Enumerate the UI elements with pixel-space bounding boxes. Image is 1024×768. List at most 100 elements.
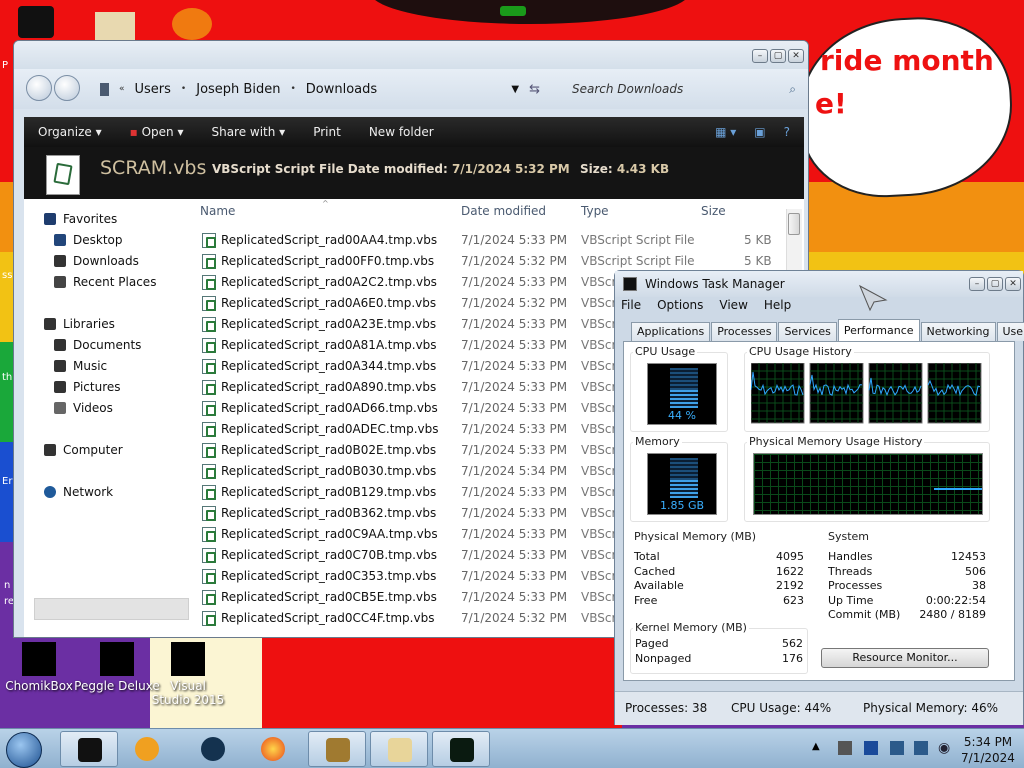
file-size: 5 KB: [744, 254, 772, 268]
column-size[interactable]: Size: [701, 204, 726, 218]
nav-recent-places[interactable]: Recent Places: [54, 275, 156, 289]
performance-panel: CPU Usage 44 % CPU Usage History Memory …: [623, 341, 1015, 681]
scrollbar-thumb[interactable]: [788, 213, 800, 235]
help-icon[interactable]: ?: [784, 125, 790, 139]
tab-processes[interactable]: Processes: [711, 322, 778, 341]
print-button[interactable]: Print: [299, 125, 355, 139]
tm-minimize-button[interactable]: –: [969, 277, 985, 291]
taskbar-button-firefox[interactable]: [244, 731, 302, 767]
menu-options[interactable]: Options: [657, 298, 703, 316]
file-name: ReplicatedScript_rad0B129.tmp.vbs: [221, 485, 437, 499]
tm-maximize-button[interactable]: ▢: [987, 277, 1003, 291]
tab-networking[interactable]: Networking: [920, 322, 996, 341]
file-name: ReplicatedScript_rad0A6E0.tmp.vbs: [221, 296, 437, 310]
nav-computer[interactable]: Computer: [44, 443, 123, 457]
taskbar-button-explorer[interactable]: [370, 731, 428, 767]
breadcrumb-user[interactable]: Joseph Biden: [196, 82, 280, 97]
file-row[interactable]: ReplicatedScript_rad00AA4.tmp.vbs 7/1/202…: [194, 230, 794, 251]
nav-libraries[interactable]: Libraries: [44, 317, 115, 331]
file-date: 7/1/2024 5:33 PM: [461, 506, 568, 520]
breadcrumb-downloads[interactable]: Downloads: [306, 82, 377, 97]
views-icon[interactable]: ▦ ▾: [715, 125, 736, 139]
file-date: 7/1/2024 5:34 PM: [461, 464, 568, 478]
nav-network[interactable]: Network: [44, 485, 113, 499]
desktop-icon-peggle-deluxe[interactable]: Peggle Deluxe: [72, 642, 162, 693]
start-button[interactable]: [6, 732, 42, 768]
file-type: VBScript Script File: [581, 233, 695, 247]
tab-users[interactable]: Users: [996, 322, 1024, 341]
back-button[interactable]: [26, 75, 52, 101]
nav-music[interactable]: Music: [54, 359, 107, 373]
vbscript-file-icon: [202, 443, 216, 458]
tab-services[interactable]: Services: [778, 322, 837, 341]
stat-value: 506: [965, 564, 986, 578]
file-name: ReplicatedScript_rad0C70B.tmp.vbs: [221, 548, 437, 562]
taskbar-button-terminal[interactable]: [60, 731, 118, 767]
desktop-icon-visual-studio[interactable]: Visual Studio 2015: [150, 642, 226, 707]
breadcrumb-users[interactable]: Users: [135, 82, 171, 97]
share-with-button[interactable]: Share with ▾: [197, 125, 299, 139]
organize-button[interactable]: Organize ▾: [24, 125, 116, 139]
file-date: 7/1/2024 5:33 PM: [461, 401, 568, 415]
desktop-icon-top-2[interactable]: [95, 12, 135, 40]
resource-monitor-button[interactable]: Resource Monitor...: [821, 648, 989, 668]
nav-downloads[interactable]: Downloads: [54, 254, 139, 268]
menu-help[interactable]: Help: [764, 298, 791, 316]
taskbar-button-chomikbox[interactable]: [308, 731, 366, 767]
desktop-icon-top-3[interactable]: [172, 8, 212, 40]
nav-videos[interactable]: Videos: [54, 401, 113, 415]
nav-favorites[interactable]: Favorites: [44, 212, 117, 226]
new-folder-button[interactable]: New folder: [355, 125, 448, 139]
menu-file[interactable]: File: [621, 298, 641, 316]
search-icon[interactable]: ⌕: [789, 82, 796, 97]
network-icon: [44, 486, 56, 498]
taskbar-button-globe[interactable]: [184, 731, 242, 767]
forward-button[interactable]: [54, 75, 80, 101]
taskbar-button-media-player[interactable]: [118, 731, 176, 767]
column-type[interactable]: Type: [581, 204, 609, 218]
explorer-titlebar[interactable]: – ▢ ✕: [14, 41, 808, 69]
vbscript-file-icon: [202, 485, 216, 500]
nav-desktop[interactable]: Desktop: [54, 233, 123, 247]
chevron-down-icon[interactable]: ▼: [511, 84, 519, 95]
tray-network-icon[interactable]: [890, 741, 904, 755]
tray-app-icon[interactable]: [838, 741, 852, 755]
date-modified-label: Date modified:: [347, 162, 448, 176]
vbscript-file-icon: [202, 590, 216, 605]
tab-performance[interactable]: Performance: [837, 319, 920, 341]
tm-close-button[interactable]: ✕: [1005, 277, 1021, 291]
wallpaper-side-text-2: ss: [2, 270, 13, 281]
tray-display-icon[interactable]: [914, 741, 928, 755]
column-name[interactable]: Name: [200, 204, 235, 218]
tray-clock[interactable]: 5:34 PM 7/1/2024: [958, 734, 1018, 766]
search-input[interactable]: Search Downloads ⌕: [566, 77, 802, 101]
refresh-icon[interactable]: ⇆: [529, 82, 540, 97]
close-button[interactable]: ✕: [788, 49, 804, 63]
memory-meter-fill: [670, 458, 698, 498]
wallpaper-side-text-1: P: [2, 60, 9, 71]
file-name: ReplicatedScript_rad0A890.tmp.vbs: [221, 380, 437, 394]
desktop-icon-top-1[interactable]: [18, 6, 54, 38]
nav-label: Recent Places: [73, 275, 157, 289]
taskbar-button-task-manager[interactable]: [432, 731, 490, 767]
task-manager-titlebar[interactable]: Windows Task Manager – ▢ ✕: [615, 271, 1023, 297]
preview-pane-icon[interactable]: ▣: [754, 125, 765, 139]
address-bar[interactable]: « Users • Joseph Biden • Downloads ▼ ⇆: [100, 77, 540, 101]
tm-menubar: File Options View Help: [621, 298, 791, 316]
cpu-meter-level: [670, 390, 698, 408]
open-button[interactable]: ▪ Open ▾: [116, 125, 198, 139]
tray-volume-icon[interactable]: ◉: [938, 740, 950, 756]
vbscript-file-icon: [202, 233, 216, 248]
column-date-modified[interactable]: Date modified: [461, 204, 546, 218]
tab-applications[interactable]: Applications: [631, 322, 711, 341]
file-row[interactable]: ReplicatedScript_rad00FF0.tmp.vbs 7/1/202…: [194, 251, 794, 272]
maximize-button[interactable]: ▢: [770, 49, 786, 63]
nav-pictures[interactable]: Pictures: [54, 380, 121, 394]
stat-label: Available: [634, 579, 684, 592]
minimize-button[interactable]: –: [752, 49, 768, 63]
explorer-toolbar: Organize ▾ ▪ Open ▾ Share with ▾ Print N…: [24, 117, 804, 147]
menu-view[interactable]: View: [719, 298, 747, 316]
tray-expand-icon[interactable]: ▲: [812, 741, 820, 752]
tray-flag-icon[interactable]: [864, 741, 878, 755]
nav-documents[interactable]: Documents: [54, 338, 141, 352]
